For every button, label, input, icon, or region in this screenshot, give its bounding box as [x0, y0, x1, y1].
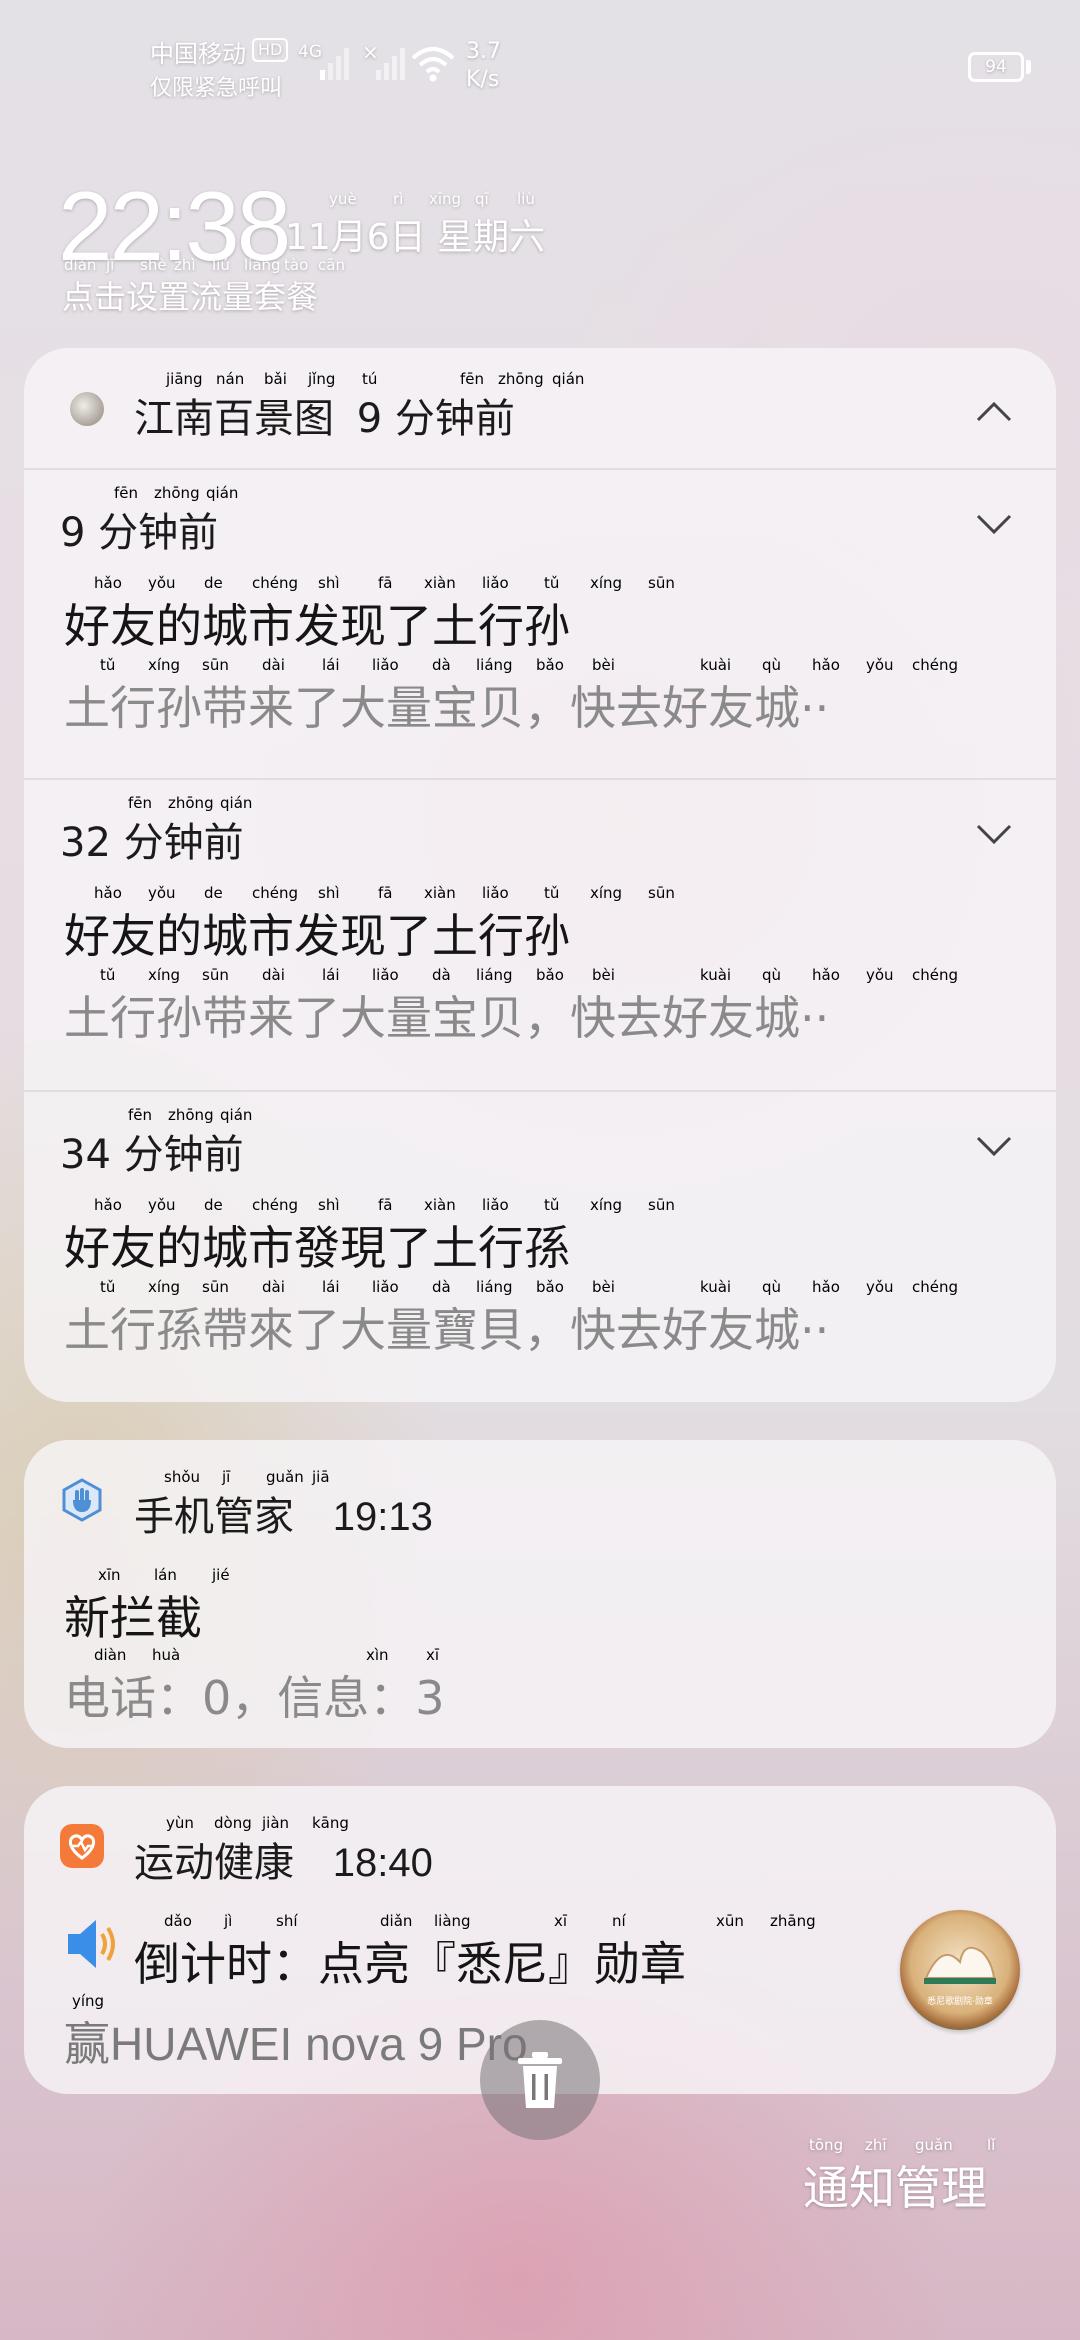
clear-all-button[interactable]: [480, 2020, 600, 2140]
group-header: 江南百景图 9 分钟前: [134, 386, 515, 444]
list-item[interactable]: fēn zhōng qián 9 分钟前 hǎo yǒu de chéng sh…: [24, 470, 1056, 778]
pinyin: xīng: [429, 190, 462, 208]
notification-title: 好友的城市发现了土行孙: [64, 599, 570, 653]
notification-title: 倒计时：点亮『悉尼』勋章: [134, 1937, 686, 1991]
notification-body: 土行孙带来了大量宝贝，快去好友城··: [64, 991, 830, 1045]
emergency-only-text: 仅限紧急呼叫: [150, 76, 283, 101]
status-bar: 中国移动 HD 仅限紧急呼叫 4G × 3.7 K/s 94: [0, 0, 1080, 110]
shield-hand-icon: [62, 1478, 102, 1522]
pinyin: zhāng: [770, 1912, 816, 1930]
expand-chevron-icon[interactable]: [974, 504, 1014, 544]
pinyin: xíng: [590, 1196, 623, 1214]
opera-house-icon: [924, 1946, 996, 1984]
body-text: HUAWEI nova 9 Pro: [110, 2018, 528, 2070]
pinyin: yǒu: [866, 1278, 894, 1296]
pinyin: sūn: [648, 574, 675, 592]
speaker-icon: [68, 1920, 115, 1968]
battery-tip: [1026, 60, 1031, 74]
notification-management-link[interactable]: 通知管理: [803, 2152, 987, 2218]
wifi-icon: [411, 47, 455, 82]
pinyin: xíng: [590, 884, 623, 902]
pinyin: lǐ: [987, 2136, 996, 2154]
list-item[interactable]: fēn zhōng qián 32 分钟前 hǎo yǒu de chéng s…: [24, 780, 1056, 1090]
pinyin: rì: [393, 190, 404, 208]
app-name: 江南百景图: [134, 396, 334, 442]
pinyin: qī: [475, 190, 489, 208]
notification-phone-manager[interactable]: shǒu jī guǎn jiā 手机管家 19:13 xīn lán jié …: [24, 1440, 1056, 1748]
pinyin: chéng: [912, 966, 959, 984]
collapse-chevron-icon[interactable]: [974, 392, 1014, 432]
hd-badge: HD: [252, 38, 289, 62]
pinyin: cān: [318, 256, 345, 274]
notification-body: 电话：0，信息：3: [64, 1671, 445, 1725]
data-plan-link[interactable]: 点击设置流量套餐: [62, 272, 318, 318]
pinyin: yuè: [329, 190, 357, 208]
pinyin: qián: [552, 370, 585, 388]
pinyin: xūn: [716, 1912, 744, 1930]
pinyin: sūn: [648, 1196, 675, 1214]
app-header: 运动健康 18:40: [134, 1830, 433, 1888]
notification-time: 32 分钟前: [60, 820, 244, 866]
carrier-name: 中国移动: [150, 40, 246, 68]
pinyin: chéng: [912, 656, 959, 674]
list-item[interactable]: fēn zhōng qián 34 分钟前 hǎo yǒu de chéng s…: [24, 1092, 1056, 1392]
signal2-icon: [376, 48, 405, 80]
notification-time: 18:40: [332, 1841, 433, 1885]
pinyin: sūn: [648, 884, 675, 902]
body-prefix: 赢: [64, 2018, 110, 2070]
signal-icon: [320, 48, 349, 80]
speed-value: 3.7: [466, 39, 501, 64]
notification-time: 34 分钟前: [60, 1132, 244, 1178]
notification-time: 9 分钟前: [60, 510, 219, 556]
app-header: 手机管家 19:13: [134, 1484, 433, 1542]
lockscreen-date: 11月6日 星期六: [285, 217, 546, 258]
speed-unit: K/s: [466, 67, 500, 92]
pinyin: chéng: [912, 1278, 959, 1296]
medal-image: 悉尼歌剧院·勋章: [900, 1910, 1020, 2030]
pinyin: yǒu: [866, 966, 894, 984]
notification-time: 19:13: [332, 1495, 433, 1539]
date-pinyin: yuè rì xīng qī liù: [285, 190, 585, 210]
expand-chevron-icon[interactable]: [974, 1126, 1014, 1166]
trash-icon: [518, 2052, 562, 2108]
medal-caption: 悉尼歌剧院·勋章: [927, 1997, 993, 2007]
notification-body: 土行孙带来了大量宝贝，快去好友城··: [64, 681, 830, 735]
heart-icon: [60, 1824, 104, 1868]
jiangnan-app-icon: [70, 392, 104, 426]
notification-group-jiangnan[interactable]: jiāng nán bǎi jǐng tú fēn zhōng qián 江南百…: [24, 348, 1056, 1402]
header-time: 9 分钟前: [356, 396, 515, 442]
battery-icon: 94: [968, 52, 1024, 82]
app-name: 手机管家: [134, 1494, 294, 1540]
notification-title: 好友的城市发现了土行孙: [64, 909, 570, 963]
pinyin: liù: [517, 190, 535, 208]
notification-body: 赢HUAWEI nova 9 Pro: [64, 2008, 528, 2074]
pinyin: xíng: [590, 574, 623, 592]
notification-title: 好友的城市發現了土行孫: [64, 1221, 570, 1275]
expand-chevron-icon[interactable]: [974, 814, 1014, 854]
network-speed: 3.7 K/s: [466, 38, 501, 94]
app-name: 运动健康: [134, 1840, 294, 1886]
pinyin: yǒu: [866, 656, 894, 674]
pinyin: jié: [212, 1566, 230, 1584]
notification-body: 土行孫帶來了大量寶貝，快去好友城··: [64, 1303, 830, 1357]
notification-title: 新拦截: [64, 1591, 202, 1645]
